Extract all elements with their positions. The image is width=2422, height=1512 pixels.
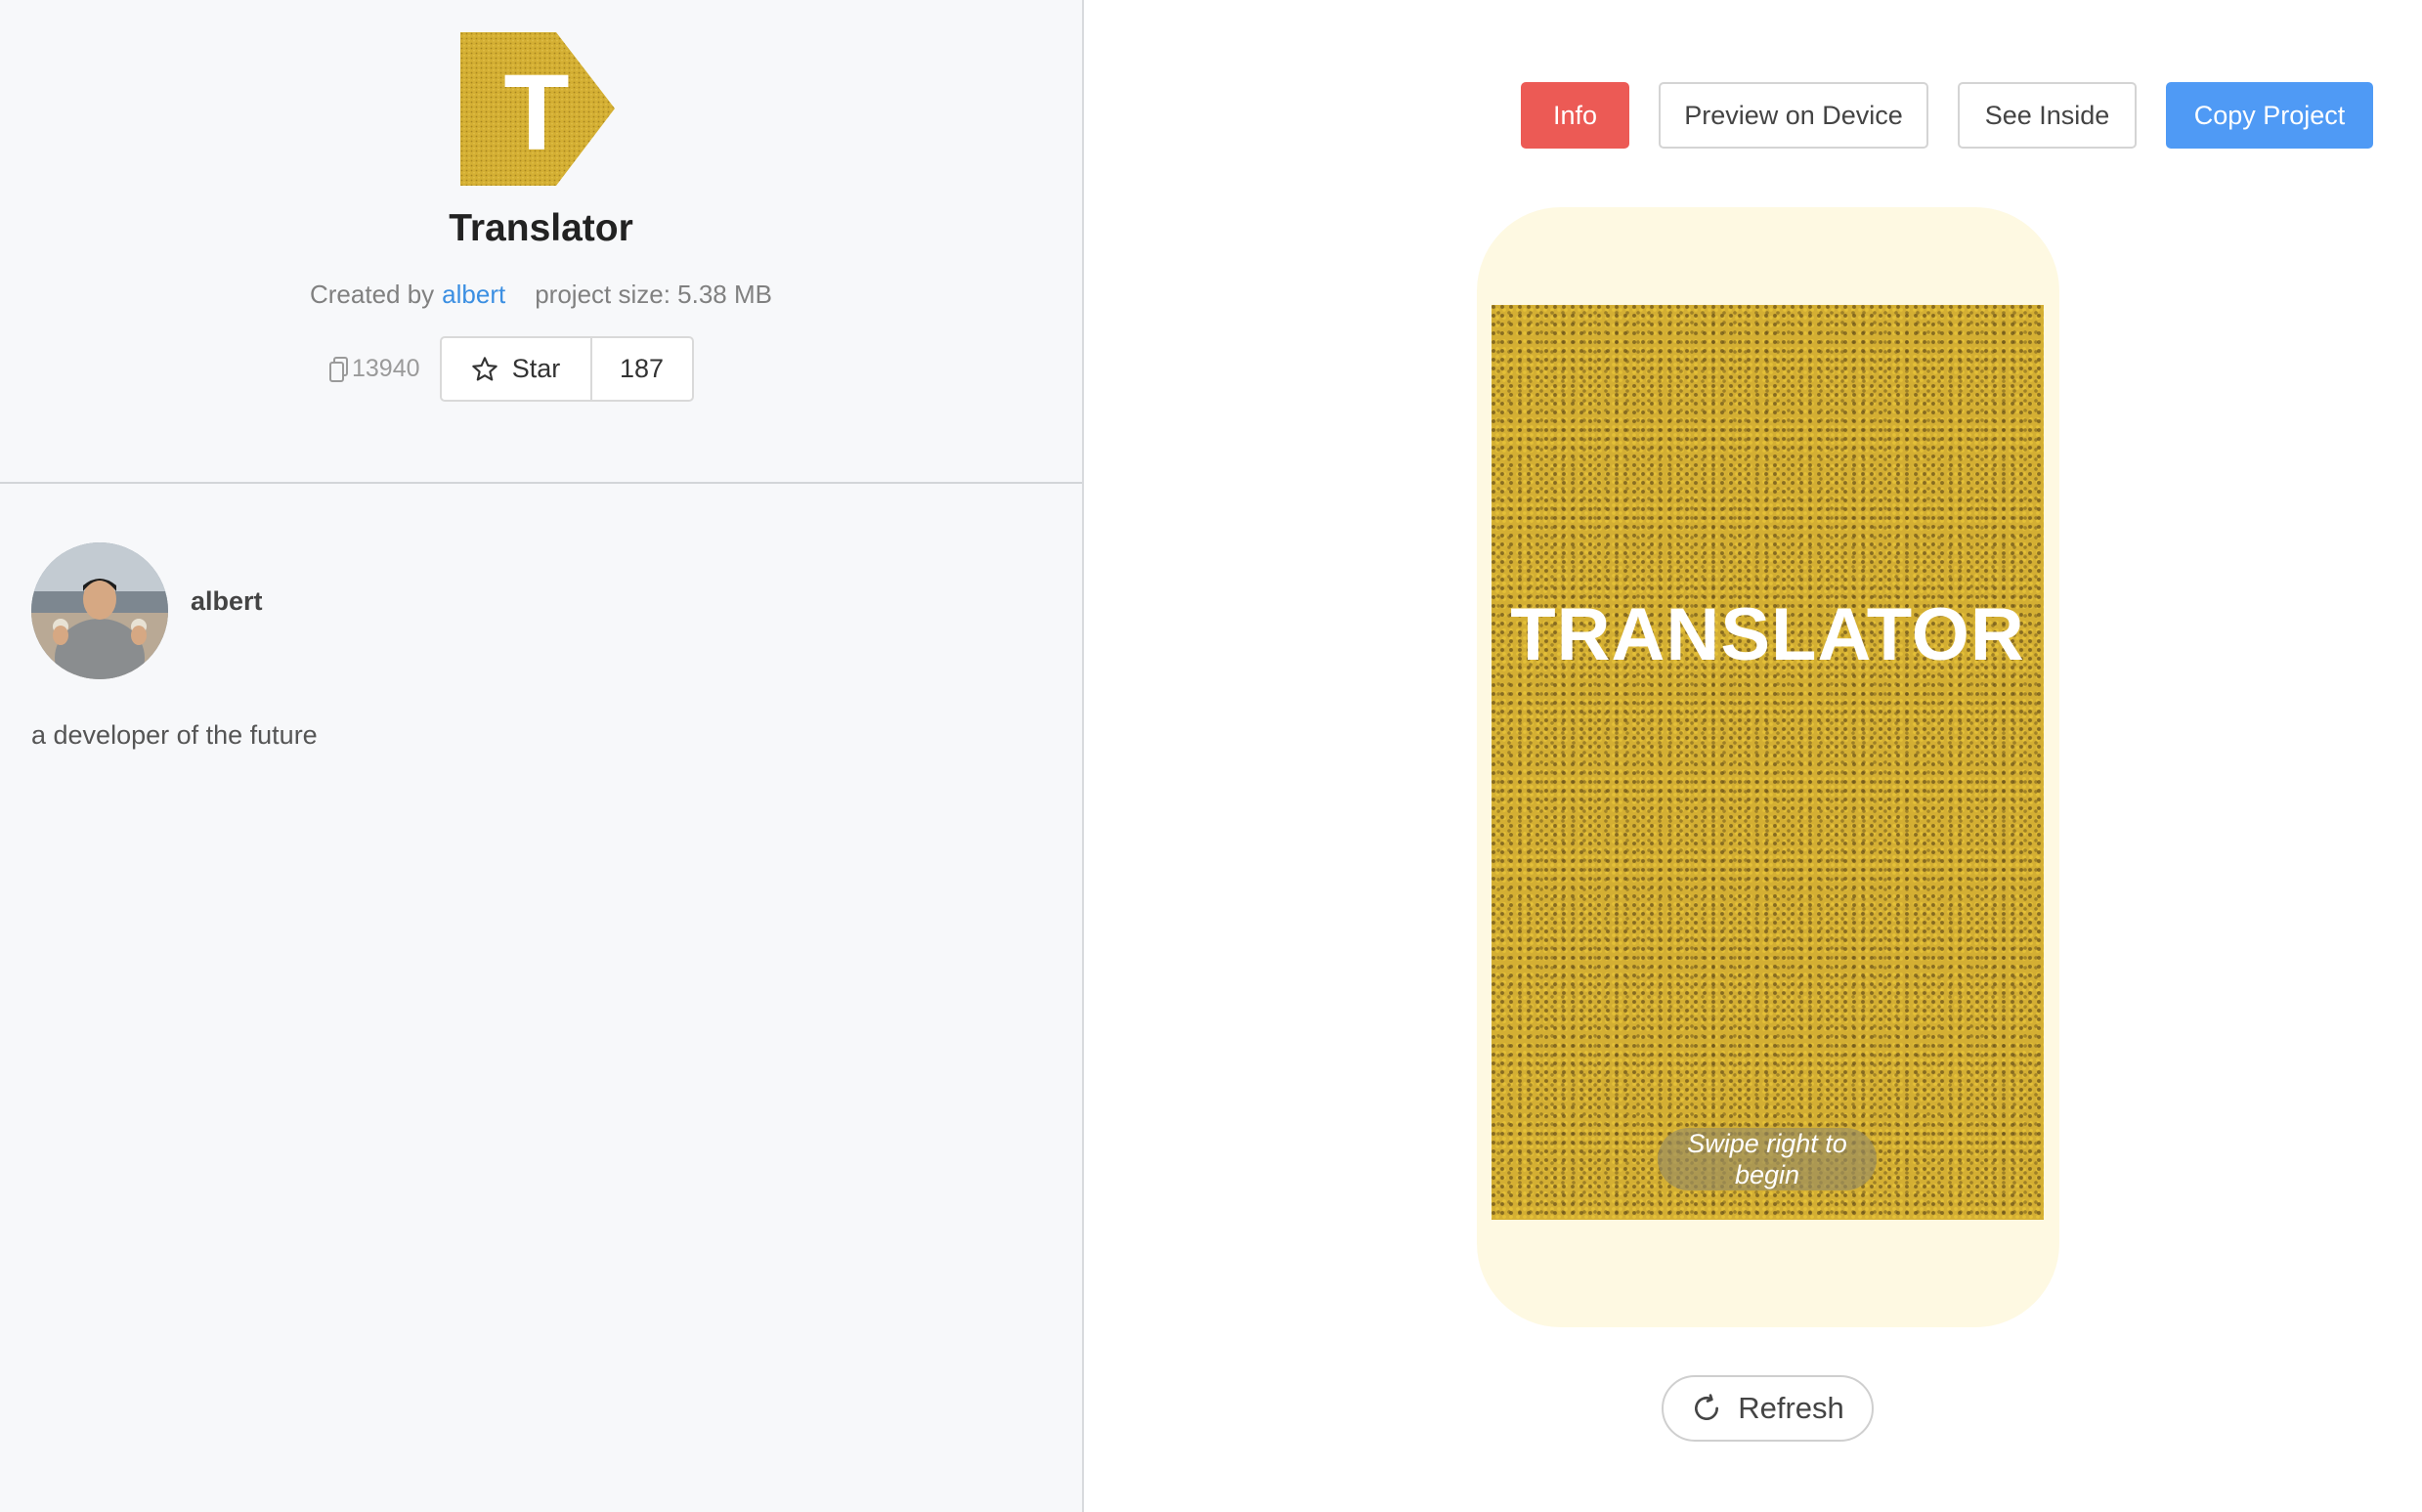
refresh-button[interactable]: Refresh — [1662, 1375, 1874, 1442]
author-link[interactable]: albert — [442, 280, 505, 309]
created-by-label: Created by — [309, 280, 435, 309]
remix-count: 13940 — [328, 355, 420, 383]
remix-count-value: 13940 — [352, 355, 420, 382]
app-preview-screen[interactable]: TRANSLATOR Swipe right to begin — [1492, 305, 2044, 1220]
logo-letter: T — [503, 53, 569, 173]
profile-bio: a developer of the future — [31, 720, 318, 750]
star-icon — [472, 356, 497, 381]
info-button[interactable]: Info — [1521, 82, 1629, 149]
project-size: project size: 5.38 MB — [535, 280, 772, 309]
star-label: Star — [511, 354, 561, 383]
see-inside-button[interactable]: See Inside — [1958, 82, 2137, 149]
project-stats: 13940 Star 187 — [328, 336, 694, 402]
star-button[interactable]: Star — [442, 338, 592, 400]
avatar[interactable] — [31, 542, 168, 679]
refresh-label: Refresh — [1738, 1391, 1844, 1425]
project-title: Translator — [449, 207, 633, 249]
star-count: 187 — [620, 354, 665, 383]
remix-icon — [329, 356, 348, 382]
avatar-photo — [31, 542, 168, 679]
copy-project-button[interactable]: Copy Project — [2166, 82, 2373, 149]
profile-username[interactable]: albert — [191, 586, 263, 617]
star-group: Star 187 — [439, 336, 694, 402]
left-panel: T Translator Created by albert project siz… — [0, 0, 1084, 1512]
project-meta: Created by albert project size: 5.38 MB — [0, 280, 1082, 310]
app-title: TRANSLATOR — [1510, 593, 2025, 676]
swipe-hint: Swipe right to begin — [1658, 1128, 1877, 1190]
translator-logo: T — [460, 32, 615, 186]
project-header: T Translator Created by albert project siz… — [0, 0, 1082, 484]
refresh-icon — [1695, 1394, 1719, 1420]
preview-on-device-button[interactable]: Preview on Device — [1659, 82, 1928, 149]
